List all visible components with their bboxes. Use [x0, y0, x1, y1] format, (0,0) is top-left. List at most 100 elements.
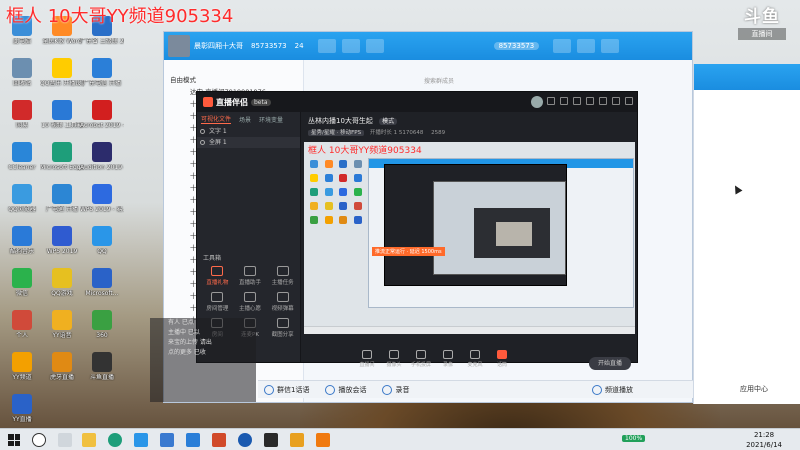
close-icon[interactable] [625, 97, 633, 105]
bottom-tool[interactable]: 手机投屏 [408, 350, 434, 368]
desktop-icon[interactable]: QQ音乐 开播设置 [40, 58, 84, 87]
desktop-icon[interactable]: YY直播 [0, 394, 44, 423]
toolbox-item-label: 截图分享 [271, 332, 294, 338]
minimize-icon[interactable] [599, 97, 607, 105]
search-icon[interactable] [32, 433, 46, 447]
group-share-icon[interactable] [341, 39, 360, 53]
desktop-icon[interactable]: 10 视频 工具箱 [40, 100, 84, 129]
app-center-link[interactable]: 应用中心 [740, 384, 768, 394]
desktop-icon-label: 网易 [15, 122, 28, 129]
scene-item[interactable]: 文字 1 [197, 126, 300, 137]
chatbar-item[interactable]: 群信1话语 [264, 384, 310, 395]
app-icon[interactable] [238, 433, 252, 447]
apps-icon[interactable] [577, 39, 596, 53]
desktop-icon[interactable]: YY频道 [0, 352, 44, 381]
app-icon [92, 268, 112, 288]
room-category[interactable]: 星秀/星耀 · 移动FPS [308, 130, 365, 136]
bottom-tool[interactable]: 话筒 [489, 350, 515, 368]
tab-1[interactable]: 场景 [239, 115, 251, 124]
desktop-icon[interactable]: WPS 2019 - 易... [80, 184, 124, 213]
desktop-icon[interactable]: QQ [80, 226, 124, 255]
bottom-tool[interactable]: 麦克风 [462, 350, 488, 368]
app-icon [52, 226, 72, 246]
scene-item[interactable]: 全屏 1 [197, 137, 300, 148]
clock[interactable]: 21:28 2021/6/14 [746, 430, 782, 450]
desktop-icon[interactable]: Audition 2019 - 易... [80, 142, 124, 171]
app-icon[interactable] [264, 433, 278, 447]
toolbox-item[interactable]: 视频弹幕 [266, 292, 299, 312]
desktop-icon[interactable]: QQ浏览器 [0, 184, 44, 213]
app-icon[interactable] [160, 433, 174, 447]
toolbox-item[interactable]: 房间管理 [201, 292, 234, 312]
desktop-icon[interactable]: 回收站 [0, 58, 44, 87]
chatbar-item[interactable]: 频道播放 [592, 384, 633, 395]
desktop-icon[interactable]: 360 [80, 310, 124, 339]
game-icon[interactable] [601, 39, 620, 53]
room-tag[interactable]: 模式 [379, 118, 398, 125]
group-files-icon[interactable] [365, 39, 384, 53]
bottom-tool[interactable]: 直播间 [354, 350, 380, 368]
stream-preview[interactable]: 框人 10大哥YY频道905334 推流正常运行 · 延迟 1500ms [304, 142, 635, 334]
preview-desktop-icon [324, 216, 333, 224]
desktop-icon[interactable]: 酷狗音乐 [0, 226, 44, 255]
skin-icon[interactable] [573, 97, 581, 105]
desktop-icon[interactable]: Microsoft Edge [40, 142, 84, 171]
desktop-icon[interactable]: 斗鱼直播 [80, 352, 124, 381]
app-icon[interactable] [212, 433, 226, 447]
bottom-tool[interactable]: 录像 [435, 350, 461, 368]
desktop-icon[interactable]: 广东电信 开播 [80, 58, 124, 87]
desktop-icon[interactable]: WPS 2019 [40, 226, 84, 255]
app-icon[interactable] [290, 433, 304, 447]
toolbox-item[interactable]: 直播礼物 [201, 266, 234, 286]
app-icon[interactable] [316, 433, 330, 447]
app-icon[interactable] [186, 433, 200, 447]
menu-icon[interactable] [586, 97, 594, 105]
settings-icon[interactable] [560, 97, 568, 105]
qq-icon[interactable] [134, 433, 148, 447]
chatbar-item[interactable]: 录音 [382, 384, 409, 395]
toolbox-item[interactable]: 截图分享 [266, 318, 299, 338]
bottom-tool[interactable]: 摄像头 [381, 350, 407, 368]
tab-0[interactable]: 可视化文件 [201, 114, 232, 124]
desktop-icon[interactable]: 网易 [0, 100, 44, 129]
desktop-icon[interactable]: 广电通 开播 [40, 184, 84, 213]
windows-start-icon[interactable] [8, 434, 20, 446]
desktop-icon[interactable]: YY语音 [40, 310, 84, 339]
toolbox-item[interactable]: 主播心愿 [234, 292, 267, 312]
desktop-icon[interactable]: 虎牙直播 [40, 352, 84, 381]
toolbox-item-label: 主播心愿 [238, 306, 261, 312]
desktop-icon[interactable]: 个人 [0, 310, 44, 339]
desktop-icon[interactable]: QQ游戏 [40, 268, 84, 297]
preview-desktop-icon [339, 216, 348, 224]
room-info: 开播时长 1 5170648 [369, 130, 424, 136]
toolbox-item-label: 直播助手 [238, 280, 261, 286]
maximize-icon[interactable] [612, 97, 620, 105]
toolbox-item[interactable]: 直播助手 [234, 266, 267, 286]
chatbar-item[interactable]: 播放会话 [325, 384, 366, 395]
app-icon [52, 352, 72, 372]
start-live-button[interactable]: 开始直播 [589, 357, 631, 370]
toolbox-item[interactable]: 主播任务 [266, 266, 299, 286]
mode-label[interactable]: 自由模式 [164, 74, 303, 86]
edge-icon[interactable] [108, 433, 122, 447]
home-icon[interactable] [553, 39, 572, 53]
file-explorer-icon[interactable] [82, 433, 96, 447]
group-title: 晨彰四厢十大哥 [194, 42, 243, 50]
desktop-icon[interactable]: Microsoft... [80, 268, 124, 297]
feedback-icon[interactable] [547, 97, 555, 105]
eye-icon[interactable] [200, 129, 205, 134]
desktop-icon[interactable]: CCleaner [0, 142, 44, 171]
desktop-icon[interactable]: 微信 [0, 268, 44, 297]
chatbar-item-label: 群信1话语 [277, 385, 310, 394]
group-badge[interactable]: 85733573 [493, 42, 540, 50]
member-search-input[interactable]: 搜索群成员 [424, 76, 454, 85]
desktop-icon[interactable]: Acrobat 2019 - 易... [80, 100, 124, 129]
eye-icon[interactable] [200, 140, 205, 145]
tab-2[interactable]: 环境变量 [259, 115, 283, 124]
room-title-text[interactable]: 丛林内播10大哥生起 [308, 117, 373, 125]
bottom-tool-icon [443, 350, 453, 359]
group-settings-icon[interactable] [317, 39, 336, 53]
tray-battery-badge[interactable]: 100% [622, 435, 646, 442]
group-avatar[interactable] [168, 35, 190, 57]
task-view-icon[interactable] [58, 433, 72, 447]
